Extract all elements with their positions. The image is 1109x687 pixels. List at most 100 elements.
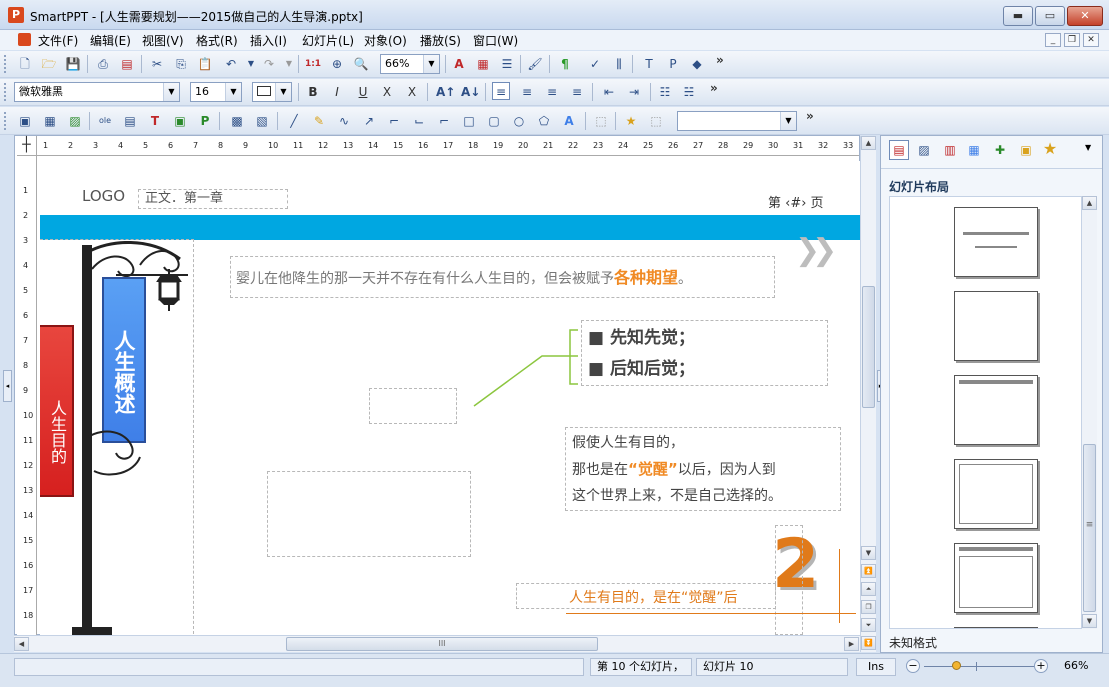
- left-collapse-handle[interactable]: ◂: [3, 370, 12, 402]
- rounded-rect-tool-icon[interactable]: ▢: [485, 112, 503, 130]
- menu-format[interactable]: 格式(R): [196, 32, 238, 49]
- layout-thumb-blank[interactable]: [954, 291, 1038, 361]
- text-color-icon[interactable]: A: [450, 55, 468, 73]
- toolbar-more-button[interactable]: »: [716, 53, 724, 67]
- app-icon[interactable]: P: [8, 7, 24, 23]
- zoom-in-button[interactable]: +: [1034, 659, 1048, 673]
- redo-icon[interactable]: ↷: [260, 55, 278, 73]
- layout-list-scrollbar[interactable]: ▲ ≡ ▼: [1081, 196, 1097, 629]
- pencil-tool-icon[interactable]: ✎: [310, 112, 328, 130]
- zoom-select[interactable]: 66% ▼: [380, 54, 440, 74]
- align-right-icon[interactable]: ≡: [543, 83, 561, 101]
- cut-icon[interactable]: ✂: [148, 55, 166, 73]
- minimize-button[interactable]: ▬: [1003, 6, 1033, 26]
- color-scheme-icon[interactable]: ▥: [941, 141, 959, 159]
- undo-dropdown-icon[interactable]: ▼: [242, 55, 260, 73]
- last-slide-button[interactable]: ⏬: [861, 636, 876, 650]
- vertical-ruler[interactable]: 1 2 3 4 5 6 7 8 9 10 11 12 13 14 15 16 17 18: [17, 156, 37, 636]
- toolbar-grip[interactable]: [4, 55, 7, 73]
- curved-connector-icon[interactable]: ⌐: [435, 112, 453, 130]
- menu-file[interactable]: 文件(F): [38, 32, 78, 49]
- ellipse-tool-icon[interactable]: ○: [510, 112, 528, 130]
- zoom-slider-thumb[interactable]: [952, 661, 961, 670]
- animation-icon[interactable]: ▣: [1017, 141, 1035, 159]
- bullet-list-icon[interactable]: ☷: [656, 83, 674, 101]
- new-document-icon[interactable]: 🗋: [16, 55, 34, 73]
- rectangle-tool-icon[interactable]: □: [460, 112, 478, 130]
- insert-table-frame-icon[interactable]: ▦: [41, 112, 59, 130]
- numbered-list-icon[interactable]: ☵: [680, 83, 698, 101]
- print-icon[interactable]: ⎙: [94, 55, 112, 73]
- bullet-textbox[interactable]: ■ 先知先觉； ■ 后知后觉；: [581, 320, 828, 386]
- mdi-restore-button[interactable]: ❐: [1064, 33, 1080, 47]
- crop-icon[interactable]: ⬚: [592, 112, 610, 130]
- autoshape-icon[interactable]: ⬠: [535, 112, 553, 130]
- empty-placeholder[interactable]: [369, 388, 457, 424]
- toolbar-grip[interactable]: [4, 83, 7, 101]
- arrow-tool-icon[interactable]: ↗: [360, 112, 378, 130]
- undo-icon[interactable]: ↶: [222, 55, 240, 73]
- horizontal-scrollbar[interactable]: ◀ III ▶: [14, 635, 860, 652]
- line-tool-icon[interactable]: ╱: [285, 112, 303, 130]
- horizontal-scroll-thumb[interactable]: III: [286, 637, 598, 651]
- layout-panel-icon[interactable]: ▤: [889, 140, 909, 160]
- insert-picture-icon[interactable]: ▨: [66, 112, 84, 130]
- ungroup-icon[interactable]: ▧: [253, 112, 271, 130]
- increase-indent-icon[interactable]: ⇥: [625, 83, 643, 101]
- underline-button[interactable]: U: [354, 83, 372, 101]
- menu-insert[interactable]: 插入(I): [250, 32, 287, 49]
- maximize-button[interactable]: ▭: [1035, 6, 1065, 26]
- copy-icon[interactable]: ⎘: [172, 55, 190, 73]
- scroll-down-button[interactable]: ▼: [1082, 614, 1097, 628]
- bottom-textbox[interactable]: 人生有目的，是在“觉醒”后: [516, 583, 776, 609]
- align-center-icon[interactable]: ≡: [518, 83, 536, 101]
- transition-icon[interactable]: ✚: [991, 141, 1009, 159]
- format-list-icon[interactable]: ☰: [498, 55, 516, 73]
- italic-button[interactable]: I: [328, 83, 346, 101]
- vertical-scrollbar[interactable]: ▲ ▼ ⏫ ⏶ ❐ ⏷ ⏬: [860, 136, 876, 652]
- chevron-down-icon[interactable]: ▼: [275, 83, 291, 101]
- chevron-down-icon[interactable]: ▼: [423, 55, 439, 73]
- background-icon[interactable]: ▦: [965, 141, 983, 159]
- header-placeholder[interactable]: 正文．第一章: [138, 189, 288, 209]
- border-style-select[interactable]: ▼: [252, 82, 292, 102]
- justify-icon[interactable]: ≡: [568, 83, 586, 101]
- spellcheck-icon[interactable]: ✓: [586, 55, 604, 73]
- strikethrough-button[interactable]: X: [378, 83, 396, 101]
- paragraph-icon[interactable]: ¶: [556, 55, 574, 73]
- paste-frame-icon[interactable]: P: [196, 112, 214, 130]
- document-icon[interactable]: [18, 33, 31, 46]
- zoom-icon[interactable]: 🔍: [352, 55, 370, 73]
- menu-object[interactable]: 对象(O): [364, 32, 407, 49]
- layout-scroll-thumb[interactable]: ≡: [1083, 444, 1096, 612]
- elbow-connector-icon[interactable]: ⌙: [410, 112, 428, 130]
- font-size-select[interactable]: 16 ▼: [190, 82, 242, 102]
- vertical-scroll-thumb[interactable]: [862, 286, 875, 408]
- align-left-icon[interactable]: ≡: [492, 82, 510, 100]
- text-box-icon[interactable]: T: [640, 55, 658, 73]
- font-name-select[interactable]: 微软雅黑 ▼: [14, 82, 180, 102]
- clear-format-button[interactable]: X: [403, 83, 421, 101]
- layout-thumb-title[interactable]: [954, 207, 1038, 277]
- star-icon[interactable]: ★: [1041, 140, 1059, 158]
- panel-menu-chevron-icon[interactable]: ▼: [1085, 143, 1091, 152]
- intro-textbox[interactable]: 婴儿在他降生的那一天并不存在有什么人生目的，但会被赋予各种期望。: [230, 256, 775, 298]
- zoom-out-button[interactable]: −: [906, 659, 920, 673]
- chevron-down-icon[interactable]: ▼: [225, 83, 241, 101]
- paragraph-textbox[interactable]: 假使人生有目的， 那也是在“觉醒”以后，因为人到 这个世界上来，不是自己选择的。: [565, 427, 841, 511]
- ruler-origin-button[interactable]: ┼: [17, 136, 37, 156]
- chevron-down-icon[interactable]: ▼: [163, 83, 179, 101]
- chart-frame-icon[interactable]: ▤: [121, 112, 139, 130]
- star-effect-icon[interactable]: ★: [622, 112, 640, 130]
- redo-dropdown-icon[interactable]: ▼: [280, 55, 298, 73]
- insert-table-icon[interactable]: ▦: [474, 55, 492, 73]
- formula-frame-icon[interactable]: ▣: [171, 112, 189, 130]
- decrease-font-icon[interactable]: A↓: [461, 83, 480, 101]
- paste-icon[interactable]: 📋: [196, 55, 214, 73]
- ole-object-icon[interactable]: ole: [96, 112, 114, 130]
- menu-edit[interactable]: 编辑(E): [90, 32, 131, 49]
- empty-placeholder[interactable]: [267, 471, 471, 557]
- curve-tool-icon[interactable]: ∿: [335, 112, 353, 130]
- slide-view-button[interactable]: ❐: [861, 600, 876, 614]
- export-pdf-icon[interactable]: ▤: [118, 55, 136, 73]
